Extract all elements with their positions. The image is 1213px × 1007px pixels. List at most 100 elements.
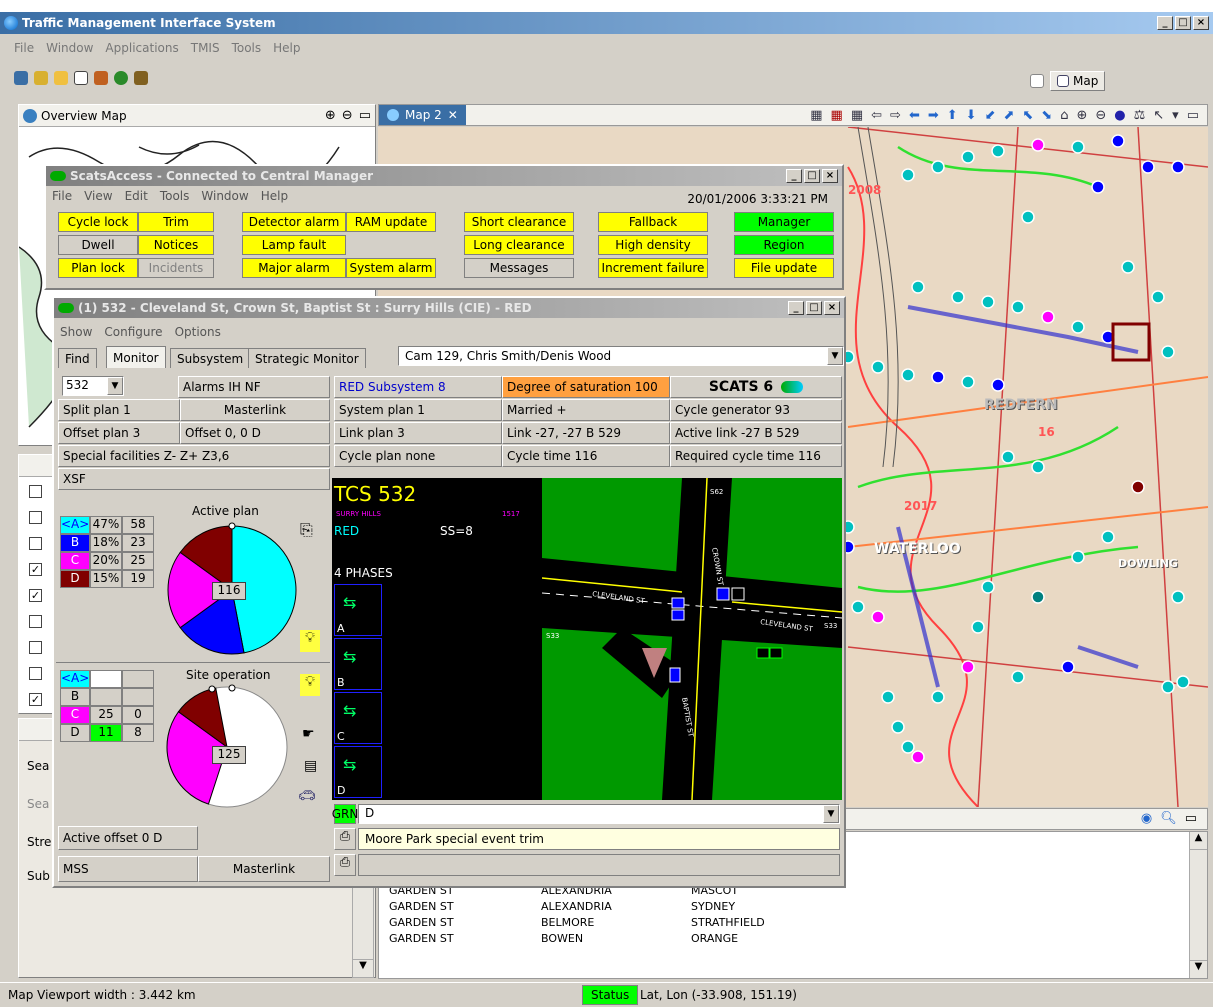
intersection-marker[interactable]: [1071, 550, 1085, 564]
maximize-button[interactable]: □: [1175, 16, 1191, 30]
copy-plan-icon[interactable]: ⎘: [300, 520, 313, 540]
site-id-select[interactable]: 532 ▼: [62, 376, 124, 396]
grn-select[interactable]: D ▼: [358, 804, 840, 824]
scats-menu-window[interactable]: Window: [201, 189, 248, 203]
scats-menu-help[interactable]: Help: [261, 189, 288, 203]
alarm-ram-update[interactable]: RAM update: [346, 212, 436, 232]
alarm-trim[interactable]: Trim: [138, 212, 214, 232]
siteop-phase-a[interactable]: <A>: [60, 670, 90, 688]
site-menu-show[interactable]: Show: [60, 325, 92, 339]
phase-box-b[interactable]: ⇆ B: [334, 638, 382, 690]
alarm-dwell[interactable]: Dwell: [58, 235, 138, 255]
menu-item-tmis[interactable]: TMIS: [191, 41, 220, 55]
intersection-marker[interactable]: [931, 690, 945, 704]
layer-checkbox[interactable]: [29, 511, 42, 524]
pan-down-icon[interactable]: ⬇: [966, 108, 977, 123]
site-minimize-button[interactable]: _: [788, 301, 804, 315]
scats-menu-tools[interactable]: Tools: [160, 189, 190, 203]
lightbulb-icon[interactable]: 💡︎: [300, 630, 320, 652]
alarm-high-density[interactable]: High density: [598, 235, 708, 255]
alarm-detector-alarm[interactable]: Detector alarm: [242, 212, 346, 232]
scats-menu-file[interactable]: File: [52, 189, 72, 203]
intersection-marker[interactable]: [1131, 480, 1145, 494]
intersection-marker[interactable]: [1171, 160, 1185, 174]
intersection-marker[interactable]: [1031, 138, 1045, 152]
settings-icon[interactable]: [134, 71, 148, 85]
minimize-view-icon[interactable]: ▭: [359, 108, 371, 123]
pan-left-icon[interactable]: ⬅: [909, 108, 920, 123]
alarm-major-alarm[interactable]: Major alarm: [242, 258, 346, 278]
site-menu-configure[interactable]: Configure: [104, 325, 162, 339]
intersection-marker[interactable]: [901, 368, 915, 382]
results-scrollbar[interactable]: ▲ ▼: [1189, 832, 1207, 978]
intersection-marker[interactable]: [871, 610, 885, 624]
intersection-marker[interactable]: [1121, 260, 1135, 274]
alarm-fallback[interactable]: Fallback: [598, 212, 708, 232]
hand-icon[interactable]: ☛: [302, 726, 315, 742]
intersection-marker[interactable]: [911, 750, 925, 764]
alarm-file-update[interactable]: File update: [734, 258, 834, 278]
vehicle-icon[interactable]: 🚗︎: [298, 788, 316, 804]
minimize-button[interactable]: _: [1157, 16, 1173, 30]
intersection-marker[interactable]: [971, 620, 985, 634]
intersection-marker[interactable]: [1101, 530, 1115, 544]
view-menu-icon[interactable]: ▾: [1172, 108, 1179, 123]
intersection-marker[interactable]: [901, 168, 915, 182]
tab-strategic-monitor[interactable]: Strategic Monitor: [248, 348, 366, 368]
results-globe-icon[interactable]: ◉: [1141, 811, 1152, 826]
menu-item-file[interactable]: File: [14, 41, 34, 55]
phase-box-d[interactable]: ⇆ D: [334, 746, 382, 798]
phase-box-c[interactable]: ⇆ C: [334, 692, 382, 744]
intersection-marker[interactable]: [981, 580, 995, 594]
grid-dark-icon[interactable]: ▦: [851, 108, 863, 123]
pan-ne-icon[interactable]: ⬈: [1003, 108, 1014, 123]
measure-icon[interactable]: ⚖: [1134, 108, 1146, 123]
arrow-left-icon[interactable]: ⇦: [871, 108, 882, 123]
intersection-marker[interactable]: [1011, 300, 1025, 314]
intersection-marker[interactable]: [1171, 590, 1185, 604]
masterlink-cell[interactable]: Masterlink: [180, 399, 330, 421]
intersection-marker[interactable]: [1151, 290, 1165, 304]
intersection-marker[interactable]: [1011, 670, 1025, 684]
intersection-marker[interactable]: [961, 150, 975, 164]
intersection-marker[interactable]: [1021, 210, 1035, 224]
results-minimize-icon[interactable]: ▭: [1185, 811, 1197, 826]
alarm-incidents[interactable]: Incidents: [138, 258, 214, 278]
map-zoom-in-icon[interactable]: ⊕: [1076, 108, 1087, 123]
intersection-marker[interactable]: [991, 378, 1005, 392]
site-close-button[interactable]: ×: [824, 301, 840, 315]
layer-checkbox[interactable]: [29, 615, 42, 628]
alarm-cycle-lock[interactable]: Cycle lock: [58, 212, 138, 232]
link-plan-cell[interactable]: Link plan 3: [334, 422, 502, 444]
close-button[interactable]: ×: [1193, 16, 1209, 30]
system-plan-cell[interactable]: System plan 1: [334, 399, 502, 421]
phase-box-a[interactable]: ⇆ A: [334, 584, 382, 636]
zoom-in-icon[interactable]: ⊕: [325, 108, 336, 123]
intersection-marker[interactable]: [1091, 180, 1105, 194]
scats-menu-edit[interactable]: Edit: [125, 189, 148, 203]
grid-red-icon[interactable]: ▦: [831, 108, 843, 123]
document-icon[interactable]: ▤: [304, 758, 317, 774]
save-icon[interactable]: [14, 71, 28, 85]
intersection-marker[interactable]: [961, 660, 975, 674]
intersection-marker[interactable]: [1111, 134, 1125, 148]
lock-icon[interactable]: [34, 71, 48, 85]
layer-checkbox[interactable]: ✓: [29, 589, 42, 602]
subsystem-cell[interactable]: RED Subsystem 8: [334, 376, 502, 398]
cycle-plan-cell[interactable]: Cycle plan none: [334, 445, 502, 467]
siteop-phase-c[interactable]: C: [60, 706, 90, 724]
table-row[interactable]: GARDEN ST BOWEN ORANGE: [389, 932, 1179, 948]
intersection-marker[interactable]: [1031, 460, 1045, 474]
alarm-system-alarm[interactable]: System alarm: [346, 258, 436, 278]
intersection-marker[interactable]: [1031, 590, 1045, 604]
alarm-messages[interactable]: Messages: [464, 258, 574, 278]
intersection-marker[interactable]: [1041, 310, 1055, 324]
globe-tool-icon[interactable]: [114, 71, 128, 85]
site-menu-options[interactable]: Options: [175, 325, 221, 339]
intersection-marker[interactable]: [1141, 160, 1155, 174]
menu-item-tools[interactable]: Tools: [232, 41, 262, 55]
split-plan-cell[interactable]: Split plan 1: [58, 399, 180, 421]
table-row[interactable]: GARDEN ST BELMORE STRATHFIELD: [389, 916, 1179, 932]
tab-find[interactable]: Find: [58, 348, 97, 368]
intersection-marker[interactable]: [951, 290, 965, 304]
